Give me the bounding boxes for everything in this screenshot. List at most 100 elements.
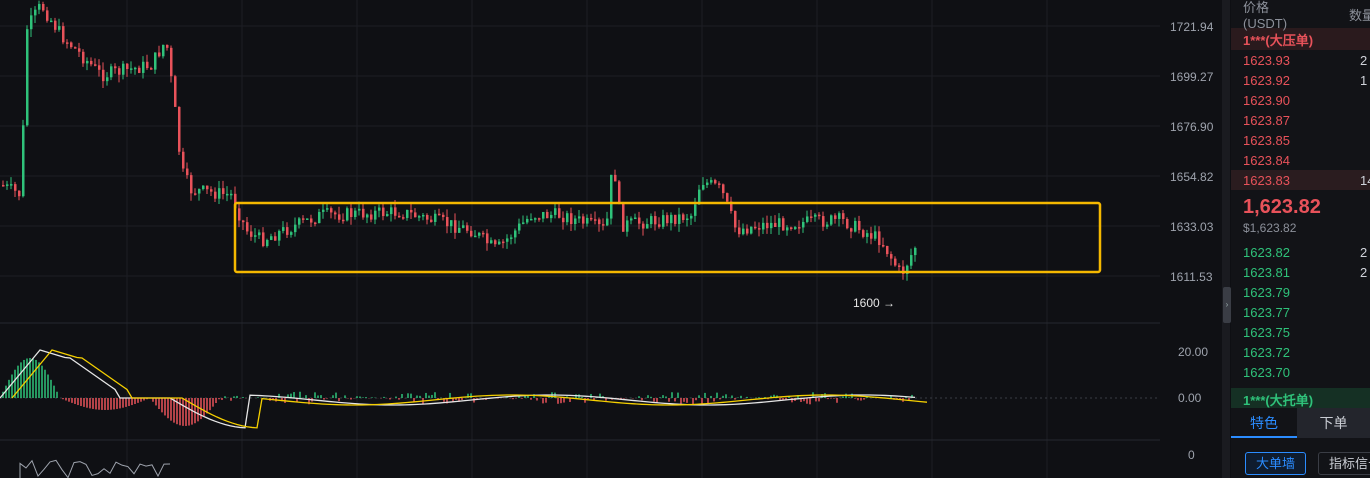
candle-body xyxy=(250,231,253,237)
candle-body xyxy=(78,48,81,52)
ask-price: 1623.85 xyxy=(1243,132,1290,148)
candle-body xyxy=(658,224,661,227)
dea-line xyxy=(11,349,928,429)
candle-body xyxy=(270,236,273,240)
candle-body xyxy=(442,214,445,218)
price-tick-label: 1676.90 xyxy=(1170,120,1214,134)
bid-row[interactable]: 1623.82 2 xyxy=(1231,242,1370,262)
candle-body xyxy=(390,207,393,215)
candlestick-chart-area[interactable]: 1721.94 1699.27 1676.90 1654.82 1633.03 … xyxy=(0,0,1225,478)
candle-body xyxy=(638,217,641,224)
candle-body xyxy=(226,193,229,196)
price-column-header: 价格(USDT) xyxy=(1243,0,1288,31)
candle-body xyxy=(346,208,349,221)
ask-row[interactable]: 1623.85 xyxy=(1231,130,1370,150)
candle-body xyxy=(854,220,857,232)
big-order-wall-button[interactable]: 大单墙 xyxy=(1245,452,1307,475)
ask-price: 1623.83 xyxy=(1243,172,1290,188)
candle-body xyxy=(614,174,617,182)
ask-qty: 2 xyxy=(1360,52,1368,68)
candle-body xyxy=(822,216,825,227)
candle-body xyxy=(174,76,177,107)
candle-body xyxy=(14,184,17,191)
candle-body xyxy=(146,61,149,69)
ask-row[interactable]: 1623.87 xyxy=(1231,110,1370,130)
candle-body xyxy=(358,208,361,211)
candle-body xyxy=(710,180,713,183)
indicator-signal-button[interactable]: 指标信号 xyxy=(1318,452,1370,475)
candle-body xyxy=(86,60,89,64)
candle-body xyxy=(126,63,129,69)
candle-body xyxy=(302,218,305,220)
ask-price: 1623.93 xyxy=(1243,52,1290,68)
ask-row[interactable]: 1623.92 1 xyxy=(1231,70,1370,90)
candle-body xyxy=(514,230,517,238)
candle-body xyxy=(846,218,849,229)
candle-body xyxy=(122,63,125,75)
bid-price: 1623.75 xyxy=(1243,324,1290,340)
candle-body xyxy=(294,224,297,233)
candle-body xyxy=(246,222,249,232)
candle-body xyxy=(570,213,573,225)
candle-body xyxy=(650,216,653,225)
candle-body xyxy=(682,214,685,220)
candle-body xyxy=(286,227,289,235)
collapse-handle-icon[interactable]: › xyxy=(1223,287,1231,323)
candle-body xyxy=(898,265,901,267)
candle-body xyxy=(478,232,481,236)
panel-splitter[interactable] xyxy=(1222,0,1230,478)
candle-body xyxy=(674,214,677,224)
last-price-usd: $1,623.82 xyxy=(1243,221,1297,235)
bid-qty: 2 xyxy=(1360,244,1368,260)
candle-body xyxy=(30,15,33,30)
candle-body xyxy=(446,217,449,227)
candle-body xyxy=(54,20,57,30)
candle-body xyxy=(266,239,269,247)
ask-row[interactable]: 1623.83 14 xyxy=(1231,170,1370,190)
candle-body xyxy=(714,180,717,184)
candle-body xyxy=(738,227,741,235)
candle-body xyxy=(186,168,189,176)
candle-body xyxy=(106,77,109,82)
bid-price: 1623.72 xyxy=(1243,344,1290,360)
candle-body xyxy=(362,208,365,218)
bid-row[interactable]: 1623.81 2 xyxy=(1231,262,1370,282)
candle-body xyxy=(410,209,413,213)
candle-body xyxy=(510,237,513,239)
candle-body xyxy=(694,204,697,216)
tab-place-order[interactable]: 下单 xyxy=(1297,408,1370,438)
bid-row[interactable]: 1623.70 xyxy=(1231,362,1370,382)
candle-body xyxy=(102,69,105,82)
bid-row[interactable]: 1623.72 xyxy=(1231,342,1370,362)
candle-body xyxy=(138,67,141,73)
bid-row[interactable]: 1623.77 xyxy=(1231,302,1370,322)
candle-body xyxy=(90,60,93,65)
bid-row[interactable]: 1623.79 xyxy=(1231,282,1370,302)
bid-wall-banner[interactable]: 1***(大托单) xyxy=(1231,388,1370,410)
candle-body xyxy=(350,208,353,218)
ask-row[interactable]: 1623.84 xyxy=(1231,150,1370,170)
ask-wall-banner[interactable]: 1***(大压单) xyxy=(1231,28,1370,50)
candle-body xyxy=(238,208,241,221)
candle-body xyxy=(566,213,569,223)
price-tick-label: 1633.03 xyxy=(1170,220,1214,234)
candle-body xyxy=(418,216,421,218)
candle-body xyxy=(150,68,153,70)
candle-body xyxy=(706,182,709,186)
ask-row[interactable]: 1623.93 2 xyxy=(1231,50,1370,70)
candle-body xyxy=(298,218,301,225)
candle-body xyxy=(254,235,257,237)
candle-body xyxy=(782,218,785,231)
chart-canvas[interactable] xyxy=(0,0,1225,478)
candle-body xyxy=(182,151,185,169)
bid-row[interactable]: 1623.75 xyxy=(1231,322,1370,342)
candle-body xyxy=(170,47,173,77)
candle-body xyxy=(422,214,425,217)
tab-featured[interactable]: 特色 xyxy=(1231,408,1297,438)
price-tick-label: 1721.94 xyxy=(1170,20,1214,34)
candle-body xyxy=(894,258,897,266)
ask-row[interactable]: 1623.90 xyxy=(1231,90,1370,110)
candle-body xyxy=(42,3,45,11)
candle-body xyxy=(198,189,201,194)
candle-body xyxy=(814,214,817,217)
